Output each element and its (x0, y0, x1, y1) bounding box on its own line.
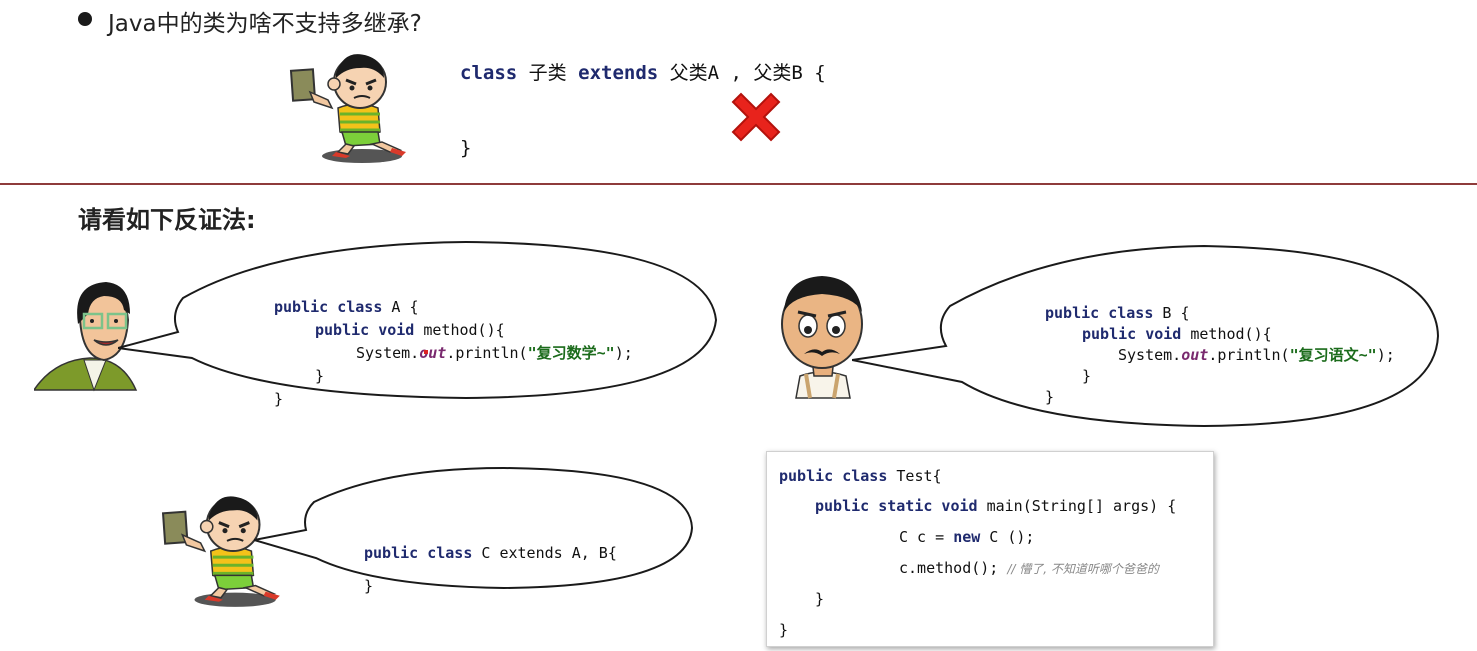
red-cross-icon (731, 92, 781, 142)
code-line: } (1045, 388, 1055, 406)
string-literal: "复习语文~" (1289, 346, 1377, 364)
code-text: .println( (446, 344, 528, 362)
section-divider (0, 183, 1477, 185)
code-text: B { (1153, 304, 1190, 322)
code-text: c.method(); (899, 559, 999, 577)
code-text: A { (382, 298, 419, 316)
top-code-close: } (460, 137, 472, 159)
keyword: public static void (815, 497, 978, 515)
parents-text: 父类A , 父类B { (669, 62, 826, 84)
keyword: public void (1082, 325, 1182, 343)
keyword: public class (779, 467, 888, 485)
test-line-3: C c = new C (); (899, 528, 1034, 546)
code-text: C (); (980, 528, 1035, 546)
code-class-a: public class A {public void method(){Sys… (274, 273, 633, 434)
code-class-c: public class C extends A, B{} (364, 504, 617, 636)
section-heading: 请看如下反证法: (78, 206, 256, 234)
keyword: public class (364, 544, 473, 562)
code-line: } (1082, 367, 1092, 385)
code-text: ); (614, 344, 633, 362)
code-line: public void method(){ (1045, 324, 1395, 345)
cartoon-boy-with-book (289, 54, 406, 163)
question-text: Java中的类为啥不支持多继承? (108, 11, 422, 37)
code-text: main(String[] args) { (977, 497, 1177, 515)
keyword-class: class (460, 62, 518, 84)
code-text: C extends A, B{ (472, 544, 617, 562)
bullet-icon (78, 12, 92, 26)
code-text: ); (1376, 346, 1395, 364)
top-code-line1: class 子类 extends 父类A , 父类B { (460, 58, 826, 85)
test-line-2: public static void main(String[] args) { (815, 497, 1176, 515)
code-text: C c = (899, 528, 954, 546)
code-line: } (274, 390, 284, 408)
test-line-5: } (815, 590, 825, 608)
code-line: System.out.println("复习语文~"); (1045, 345, 1395, 366)
code-class-b: public class B {public void method(){Sys… (1045, 282, 1395, 429)
code-line: } (364, 577, 374, 595)
code-text: System. (1118, 346, 1182, 364)
subclass-text: 子类 (528, 62, 567, 84)
code-line: public class C extends A, B{ (364, 537, 617, 570)
keyword: new (953, 528, 981, 546)
string-literal: "复习数学~" (527, 344, 615, 362)
code-line: public void method(){ (274, 319, 633, 342)
code-text: Test{ (887, 467, 942, 485)
code-line: public class A { (274, 296, 633, 319)
code-text: System. (356, 344, 420, 362)
red-dot (424, 350, 428, 354)
code-text: method(){ (1181, 325, 1272, 343)
code-line: } (315, 367, 325, 385)
keyword: public void (315, 321, 415, 339)
test-line-4: c.method(); // 懵了, 不知道听哪个爸爸的 (899, 559, 1159, 577)
code-line: public class B { (1045, 303, 1395, 324)
test-line-1: public class Test{ (779, 467, 942, 485)
code-comment: // 懵了, 不知道听哪个爸爸的 (1007, 562, 1159, 576)
keyword: public class (1045, 304, 1154, 322)
field-out: out (1181, 346, 1209, 364)
keyword: public class (274, 298, 383, 316)
code-line: System.out.println("复习数学~"); (274, 342, 633, 365)
keyword-extends: extends (578, 62, 659, 84)
code-text: .println( (1208, 346, 1290, 364)
test-line-6: } (779, 621, 789, 639)
code-text: method(){ (414, 321, 505, 339)
